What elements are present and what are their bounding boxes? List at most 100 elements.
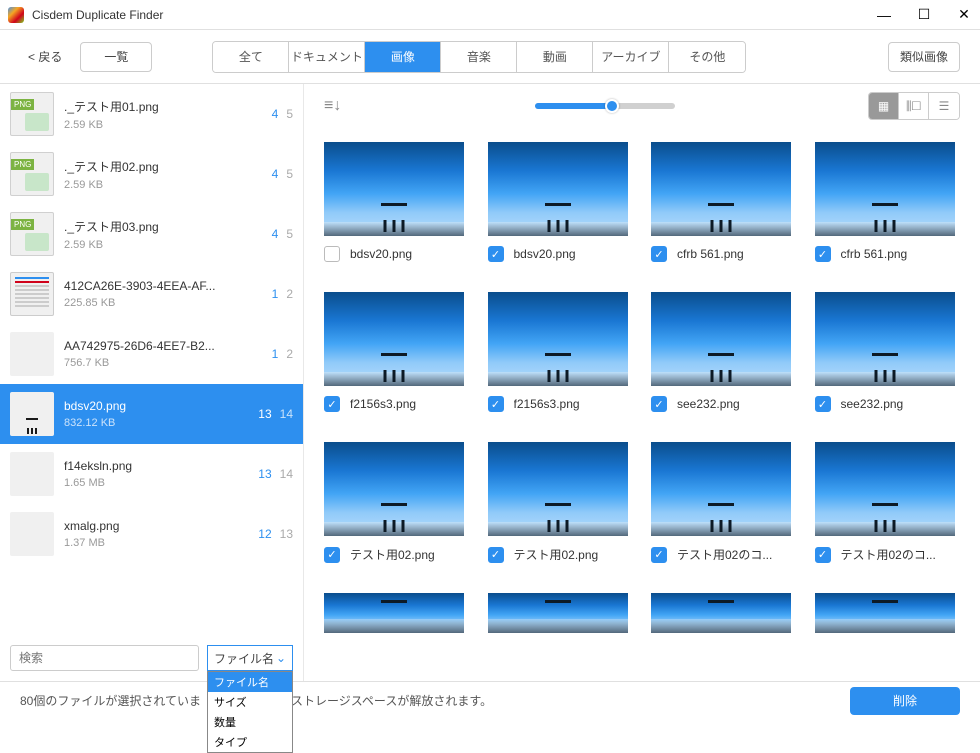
sort-select[interactable]: ファイル名 ⌄ — [207, 645, 293, 671]
file-counts: 12 — [272, 347, 293, 361]
tab-3[interactable]: 音楽 — [441, 42, 517, 72]
thumbnail-image[interactable] — [324, 442, 464, 536]
file-size: 1.37 MB — [64, 537, 248, 549]
search-input[interactable] — [10, 645, 199, 671]
file-item[interactable]: bdsv20.png832.12 KB1314 — [0, 384, 303, 444]
file-info: bdsv20.png832.12 KB — [64, 399, 248, 429]
select-checkbox[interactable]: ✓ — [651, 246, 667, 262]
thumbnail-grid: bdsv20.png✓bdsv20.png✓cfrb 561.png✓cfrb … — [304, 128, 980, 681]
tab-2[interactable]: 画像 — [365, 42, 441, 72]
tab-4[interactable]: 動画 — [517, 42, 593, 72]
thumbnail-image[interactable] — [651, 142, 791, 236]
thumbnail-caption: ✓ f2156s3.png — [488, 396, 580, 412]
select-checkbox[interactable]: ✓ — [651, 396, 667, 412]
select-checkbox[interactable]: ✓ — [488, 396, 504, 412]
thumbnail-caption: ✓テスト用02のコ... — [815, 546, 936, 563]
minimize-button[interactable]: — — [876, 7, 892, 23]
select-checkbox[interactable]: ✓ — [488, 547, 504, 563]
grid-cell: ✓テスト用02のコ... — [815, 442, 961, 563]
view-columns-button[interactable]: ⫼☐ — [899, 93, 929, 119]
thumbnail-image[interactable] — [815, 142, 955, 236]
category-tabs: 全てドキュメント画像音楽動画アーカイブその他 — [212, 41, 746, 73]
file-size: 756.7 KB — [64, 357, 262, 369]
thumbnail-image[interactable] — [488, 292, 628, 386]
sort-icon[interactable]: ≡↓ — [324, 97, 341, 115]
view-list-button[interactable]: ☰ — [929, 93, 959, 119]
thumbnail-caption: ✓see232.png — [651, 396, 740, 412]
thumbnail-caption: ✓ cfrb 561.png — [815, 246, 908, 262]
select-checkbox[interactable]: ✓ — [488, 246, 504, 262]
tab-1[interactable]: ドキュメント — [289, 42, 365, 72]
overview-button[interactable]: 一覧 — [80, 42, 152, 72]
sort-option[interactable]: サイズ — [208, 692, 292, 712]
thumbnail-image[interactable] — [651, 292, 791, 386]
thumbnail-image[interactable] — [815, 442, 955, 536]
thumbnail-caption: bdsv20.png — [324, 246, 412, 262]
tab-6[interactable]: その他 — [669, 42, 745, 72]
sort-option[interactable]: タイプ — [208, 732, 292, 752]
grid-cell: ✓f2156s3.png — [324, 292, 470, 412]
file-name: f14eksln.png — [64, 459, 248, 473]
thumbnail-caption: ✓テスト用02.png — [488, 546, 599, 563]
thumbnail-caption: ✓see232.png — [815, 396, 904, 412]
select-checkbox[interactable]: ✓ — [815, 396, 831, 412]
select-checkbox[interactable]: ✓ — [815, 246, 831, 262]
sort-dropdown: ファイル名サイズ数量タイプ — [207, 671, 293, 753]
view-toolbar: ≡↓ ▦ ⫼☐ ☰ — [304, 84, 980, 128]
status-text-suffix: ストレージスペースが解放されます。 — [291, 692, 492, 709]
thumbnail-image[interactable] — [324, 593, 464, 633]
thumbnail-caption: ✓テスト用02.png — [324, 546, 435, 563]
file-size: 2.59 KB — [64, 119, 262, 131]
thumbnail-name: テスト用02のコ... — [677, 546, 772, 563]
thumbnail-image[interactable] — [488, 142, 628, 236]
select-checkbox[interactable]: ✓ — [651, 547, 667, 563]
file-item[interactable]: xmalg.png1.37 MB1213 — [0, 504, 303, 564]
tab-5[interactable]: アーカイブ — [593, 42, 669, 72]
thumbnail-image[interactable] — [488, 593, 628, 633]
maximize-button[interactable]: ☐ — [916, 7, 932, 23]
sort-option[interactable]: 数量 — [208, 712, 292, 732]
select-checkbox[interactable]: ✓ — [324, 396, 340, 412]
thumbnail-image[interactable] — [815, 292, 955, 386]
thumbnail-image[interactable] — [324, 292, 464, 386]
toolbar: < 戻る 一覧 全てドキュメント画像音楽動画アーカイブその他 類似画像 — [0, 30, 980, 84]
select-checkbox[interactable]: ✓ — [815, 547, 831, 563]
thumbnail-image[interactable] — [651, 442, 791, 536]
zoom-slider-handle[interactable] — [605, 99, 619, 113]
grid-cell: ✓ テスト用02のコ... — [651, 442, 797, 563]
file-item[interactable]: ._テスト用02.png2.59 KB45 — [0, 144, 303, 204]
similar-images-button[interactable]: 類似画像 — [888, 42, 960, 72]
file-count-selected: 12 — [258, 527, 271, 541]
app-logo-icon — [8, 7, 24, 23]
file-size: 832.12 KB — [64, 417, 248, 429]
select-checkbox[interactable] — [324, 246, 340, 262]
file-size: 2.59 KB — [64, 239, 262, 251]
file-thumb-icon — [10, 332, 54, 376]
file-item[interactable]: 412CA26E-3903-4EEA-AF...225.85 KB12 — [0, 264, 303, 324]
file-info: ._テスト用02.png2.59 KB — [64, 158, 262, 191]
file-item[interactable]: ._テスト用01.png2.59 KB45 — [0, 84, 303, 144]
thumbnail-name: f2156s3.png — [514, 397, 580, 411]
thumbnail-image[interactable] — [651, 593, 791, 633]
close-button[interactable]: ✕ — [956, 7, 972, 23]
thumbnail-image[interactable] — [324, 142, 464, 236]
status-text-prefix: 個のファイルが選択されていま — [33, 692, 201, 709]
file-name: ._テスト用02.png — [64, 158, 262, 175]
tab-0[interactable]: 全て — [213, 42, 289, 72]
view-grid-button[interactable]: ▦ — [869, 93, 899, 119]
file-item[interactable]: ._テスト用03.png2.59 KB45 — [0, 204, 303, 264]
thumbnail-image[interactable] — [815, 593, 955, 633]
zoom-slider[interactable] — [535, 103, 675, 109]
sort-option[interactable]: ファイル名 — [208, 672, 292, 692]
back-button[interactable]: < 戻る — [20, 44, 70, 69]
delete-button[interactable]: 削除 — [850, 687, 960, 715]
thumbnail-image[interactable] — [488, 442, 628, 536]
file-item[interactable]: f14eksln.png1.65 MB1314 — [0, 444, 303, 504]
grid-cell: bdsv20.png — [324, 142, 470, 262]
select-checkbox[interactable]: ✓ — [324, 547, 340, 563]
grid-cell — [488, 593, 634, 633]
file-item[interactable]: AA742975-26D6-4EE7-B2...756.7 KB12 — [0, 324, 303, 384]
file-count-total: 5 — [286, 167, 293, 181]
file-size: 1.65 MB — [64, 477, 248, 489]
thumbnail-name: cfrb 561.png — [841, 247, 908, 261]
